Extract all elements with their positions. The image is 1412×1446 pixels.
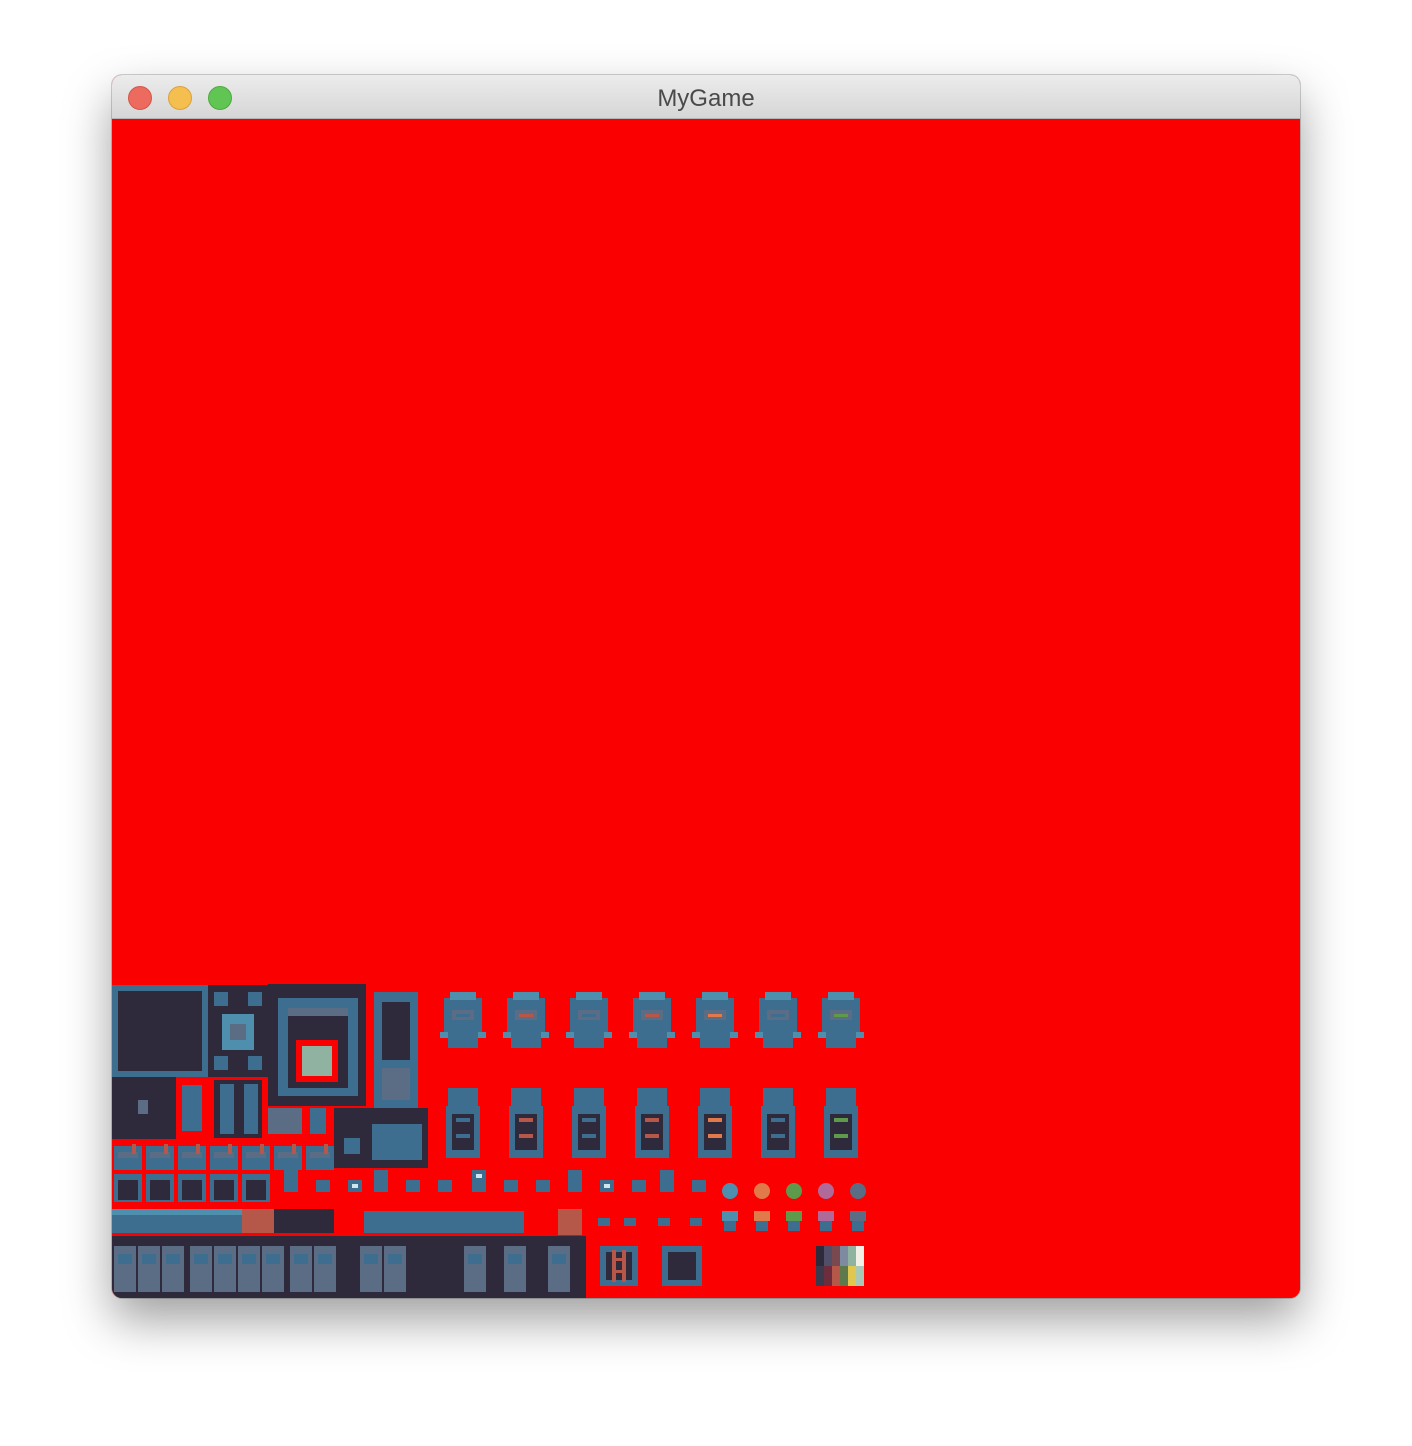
framed-room-tile	[268, 984, 366, 1106]
floor-tile	[314, 1246, 336, 1292]
palette-swatch	[816, 1266, 824, 1286]
small-prop	[374, 1170, 388, 1192]
orb	[722, 1183, 738, 1199]
floor-tile	[162, 1246, 184, 1292]
archway-tile	[274, 1209, 334, 1233]
palette-swatch	[824, 1266, 832, 1286]
palette-swatch	[824, 1246, 832, 1266]
floor-tile	[464, 1246, 486, 1292]
wall-junction-tile	[208, 985, 268, 1077]
statue-body	[446, 1088, 480, 1158]
orb-pedestal	[786, 1211, 802, 1221]
floor-tile	[262, 1246, 284, 1292]
statue-body	[761, 1088, 795, 1158]
statue-body	[509, 1088, 543, 1158]
floor-tile	[360, 1246, 382, 1292]
wall-segment-row	[114, 1144, 334, 1170]
wooden-door-tile	[558, 1209, 582, 1235]
statue-head	[629, 992, 675, 1048]
debris-prop	[598, 1218, 610, 1226]
statue-body	[635, 1088, 669, 1158]
statue-head	[692, 992, 738, 1048]
floor-tile	[548, 1246, 570, 1292]
small-prop	[316, 1180, 330, 1192]
palette-swatch	[816, 1246, 824, 1266]
tileset-spritesheet	[112, 984, 872, 1298]
orb-items	[722, 1183, 866, 1231]
debris-prop	[658, 1218, 670, 1226]
room-tile-large	[112, 985, 208, 1077]
small-prop	[568, 1170, 582, 1192]
door-tile	[242, 1209, 274, 1233]
orb	[850, 1183, 866, 1199]
floor-tile	[384, 1246, 406, 1292]
statue-body	[824, 1088, 858, 1158]
small-prop	[692, 1180, 706, 1192]
palette-swatch	[840, 1246, 848, 1266]
small-prop	[438, 1180, 452, 1192]
ladder-tile	[600, 1246, 638, 1286]
statue-head	[818, 992, 864, 1048]
floor-tile	[290, 1246, 312, 1292]
palette-swatch	[848, 1266, 856, 1286]
orb	[754, 1183, 770, 1199]
statue-head	[440, 992, 486, 1048]
orb-pedestal	[850, 1211, 866, 1221]
statue-body	[698, 1088, 732, 1158]
orb-pedestal	[754, 1211, 770, 1221]
small-prop	[660, 1170, 674, 1192]
pit-tile	[662, 1246, 702, 1286]
palette-swatch	[832, 1246, 840, 1266]
tileset-image	[112, 984, 866, 1298]
statue-heads	[440, 992, 864, 1048]
small-prop	[406, 1180, 420, 1192]
small-prop	[472, 1170, 486, 1192]
statue-head	[566, 992, 612, 1048]
pillar-tile	[374, 992, 418, 1108]
floor-tile	[138, 1246, 160, 1292]
small-prop	[284, 1170, 298, 1192]
game-window: MyGame	[112, 75, 1300, 1298]
small-prop	[536, 1180, 550, 1192]
palette-swatch	[840, 1266, 848, 1286]
floor-tile	[214, 1246, 236, 1292]
floor-tile	[238, 1246, 260, 1292]
statue-body	[572, 1088, 606, 1158]
window-title: MyGame	[657, 85, 755, 112]
title-bar[interactable]: MyGame	[112, 75, 1300, 119]
debris-prop	[624, 1218, 636, 1226]
small-prop	[504, 1180, 518, 1192]
orb	[818, 1183, 834, 1199]
floor-tile	[190, 1246, 212, 1292]
orb-pedestal	[722, 1211, 738, 1221]
color-palette	[816, 1246, 864, 1286]
small-prop	[632, 1180, 646, 1192]
debris-prop	[690, 1218, 702, 1226]
orb	[786, 1183, 802, 1199]
palette-swatch	[856, 1246, 864, 1266]
statue-bodies	[446, 1088, 858, 1158]
palette-swatch	[848, 1246, 856, 1266]
floor-tile	[114, 1246, 136, 1292]
statue-head	[503, 992, 549, 1048]
palette-swatch	[832, 1266, 840, 1286]
floor-tile	[504, 1246, 526, 1292]
chest-row	[364, 1211, 524, 1233]
statue-head	[755, 992, 801, 1048]
game-canvas[interactable]	[112, 119, 1300, 1298]
orb-pedestal	[818, 1211, 834, 1221]
palette-swatch	[856, 1266, 864, 1286]
